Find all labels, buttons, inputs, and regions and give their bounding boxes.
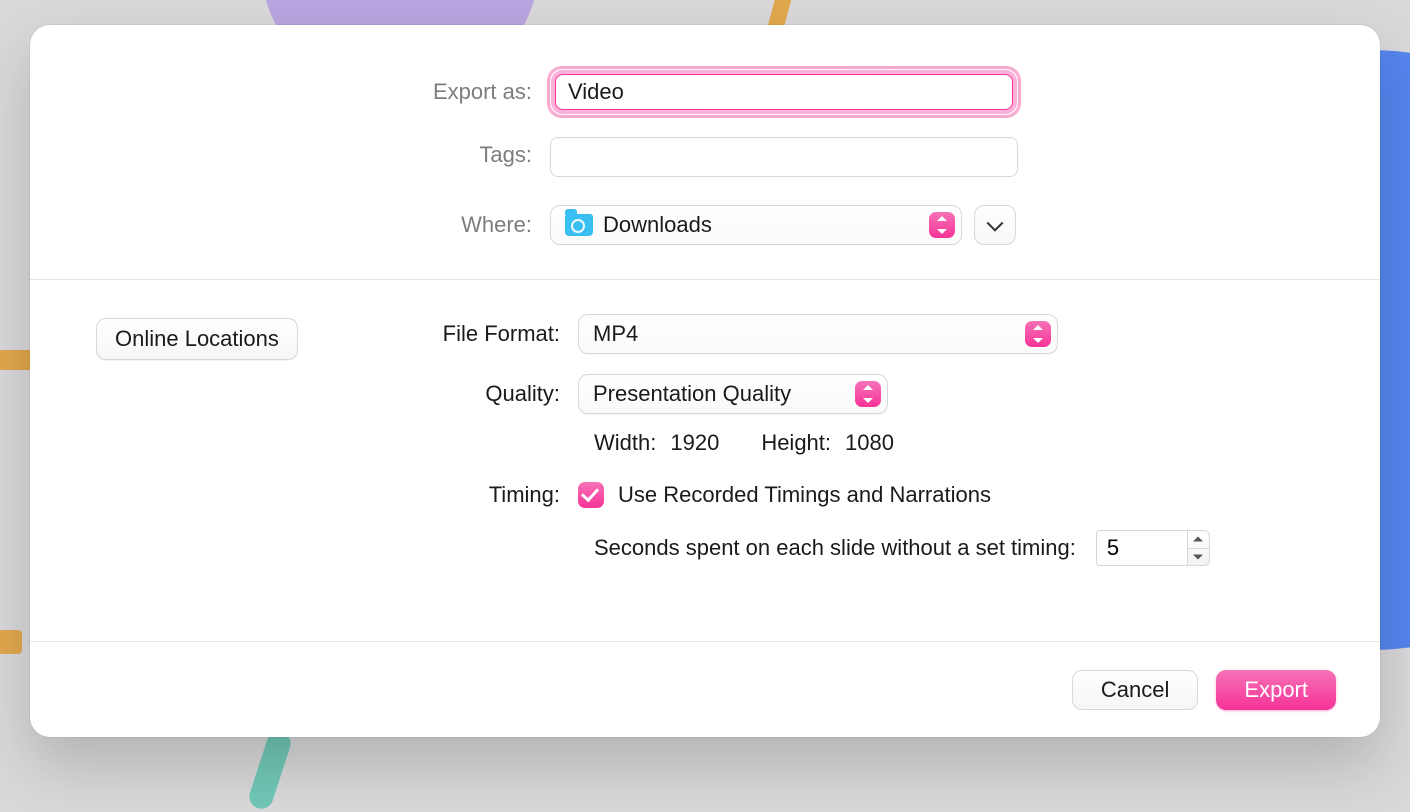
export-options: Online Locations File Format: MP4 Qualit…: [30, 280, 1380, 641]
export-button[interactable]: Export: [1216, 670, 1336, 710]
updown-icon: [929, 212, 955, 238]
file-format-label: File Format:: [368, 321, 578, 347]
cancel-button[interactable]: Cancel: [1072, 670, 1198, 710]
stepper-up-icon[interactable]: [1188, 531, 1209, 549]
use-recorded-timings-label: Use Recorded Timings and Narrations: [618, 482, 991, 508]
where-label: Where:: [30, 212, 550, 238]
dialog-footer: Cancel Export: [30, 641, 1380, 737]
height-value: 1080: [845, 430, 894, 456]
filename-input[interactable]: [555, 74, 1013, 110]
online-locations-button[interactable]: Online Locations: [96, 318, 298, 360]
quality-select[interactable]: Presentation Quality: [578, 374, 888, 414]
height-label: Height:: [761, 430, 831, 456]
width-value: 1920: [670, 430, 719, 456]
stepper-down-icon[interactable]: [1188, 549, 1209, 566]
use-recorded-timings-checkbox[interactable]: [578, 482, 604, 508]
updown-icon: [1025, 321, 1051, 347]
seconds-per-slide-stepper[interactable]: [1096, 530, 1210, 566]
seconds-per-slide-input[interactable]: [1096, 530, 1188, 566]
folder-icon: [565, 214, 593, 236]
width-label: Width:: [594, 430, 656, 456]
decor-blob: [0, 630, 22, 654]
file-format-select[interactable]: MP4: [578, 314, 1058, 354]
quality-label: Quality:: [368, 381, 578, 407]
file-format-value: MP4: [593, 321, 638, 347]
quality-value: Presentation Quality: [593, 381, 791, 407]
seconds-per-slide-label: Seconds spent on each slide without a se…: [594, 535, 1076, 561]
filename-focus-ring: [550, 69, 1018, 115]
tags-label: Tags:: [30, 142, 550, 168]
export-as-label: Export as:: [30, 79, 550, 105]
save-panel: Export as: Tags: Where: Downloads: [30, 25, 1380, 279]
dimensions-readout: Width: 1920 Height: 1080: [594, 430, 1330, 456]
export-sheet: Export as: Tags: Where: Downloads: [30, 25, 1380, 737]
tags-input[interactable]: [550, 137, 1018, 177]
timing-label: Timing:: [368, 482, 578, 508]
decor-blob: [246, 728, 294, 812]
where-value: Downloads: [603, 212, 712, 238]
updown-icon: [855, 381, 881, 407]
disclosure-button[interactable]: [974, 205, 1016, 245]
where-select[interactable]: Downloads: [550, 205, 962, 245]
